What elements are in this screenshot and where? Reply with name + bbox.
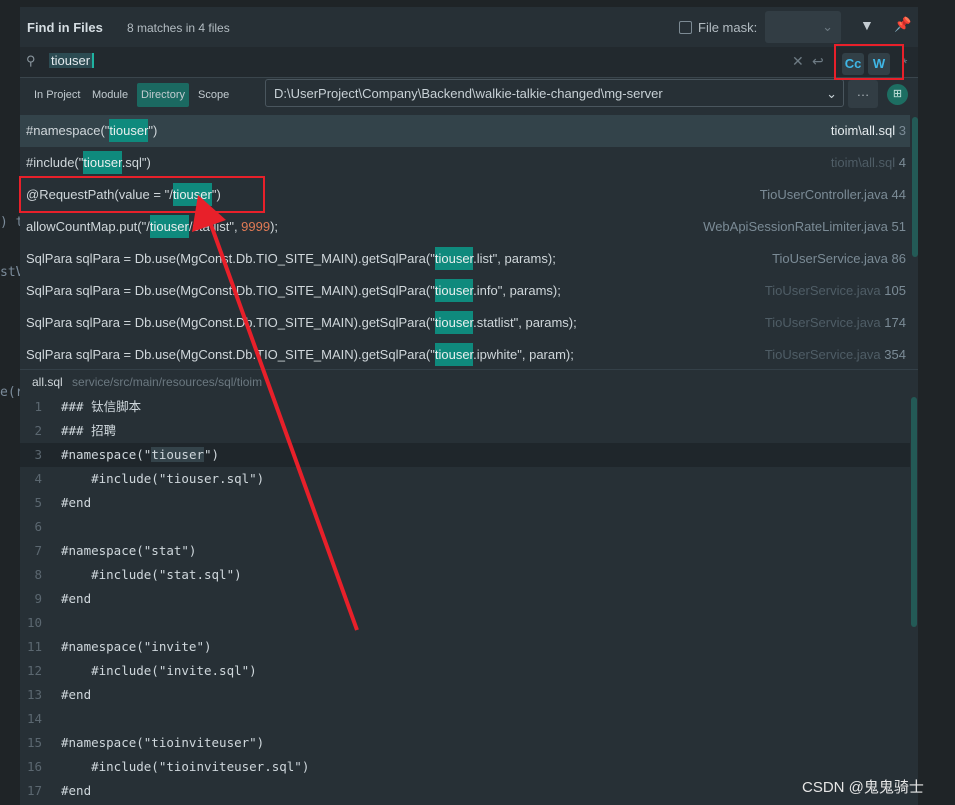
arrow-head [192, 195, 226, 232]
highlight-box-result [19, 176, 265, 213]
watermark: CSDN @鬼鬼骑士 [802, 779, 924, 796]
annotation-arrow [208, 221, 359, 631]
annotation-overlay [19, 44, 904, 631]
highlight-box-options [834, 44, 904, 80]
